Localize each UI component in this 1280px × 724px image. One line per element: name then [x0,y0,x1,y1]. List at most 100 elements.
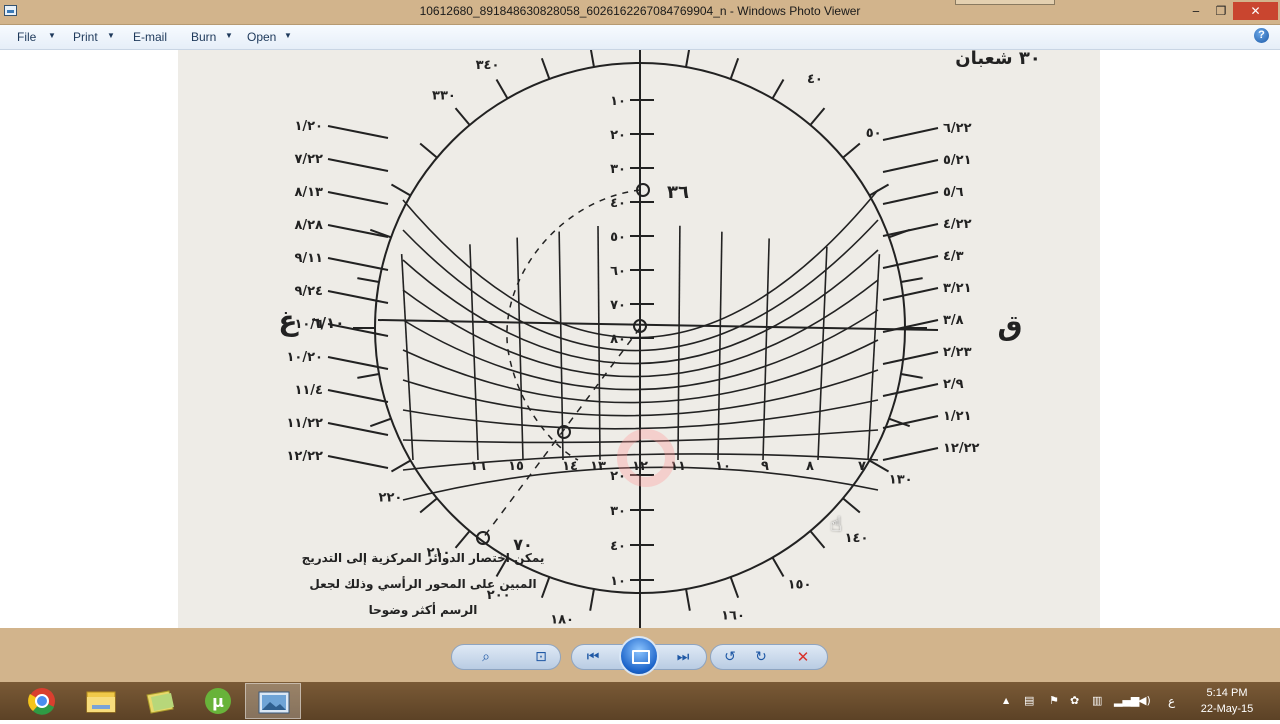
right-date-label: ٦/٢٢ [943,121,972,136]
ring-tick [686,589,690,611]
clock-date: 22-May-15 [1192,701,1262,717]
power-icon[interactable]: ▥ [1092,694,1102,707]
ring-tick [456,108,470,125]
ring-number-label: ٣٤٠ [476,58,500,73]
security-icon[interactable]: ✿ [1070,694,1079,707]
axis-tick-label: ٤٠ [610,196,626,211]
rotate-clockwise-button[interactable]: ↻ [750,647,772,667]
ring-tick [869,185,888,196]
signal-strength-icon[interactable]: ▂▄▆ [1114,694,1139,707]
help-icon[interactable]: ? [1254,28,1269,43]
chevron-down-icon[interactable]: ▼ [225,31,233,40]
ring-tick [843,144,860,158]
image-viewer: ١٠٢٠٣٠٤٠٥٠٦٠٧٠٨٠٢٠٣٠٤٠١٠٣٣٠٣٤٠٣٥٠١٠٢٠٤٠٥… [0,50,1280,628]
hour-label: ٨ [806,459,814,474]
hour-label: ٧ [858,459,866,474]
sun-path-diagram: ١٠٢٠٣٠٤٠٥٠٦٠٧٠٨٠٢٠٣٠٤٠١٠٣٣٠٣٤٠٣٥٠١٠٢٠٤٠٥… [178,50,1100,628]
date-leader-line [328,423,388,435]
hand-cursor-icon: ☝ [830,512,842,536]
input-language-indicator[interactable]: ع [1168,694,1175,708]
ring-tick [357,278,379,282]
ring-tick [590,589,594,611]
hour-line [818,247,827,460]
date-leader-line [328,258,388,270]
hour-line [470,244,478,460]
date-leader-line [328,192,388,204]
menu-burn[interactable]: Burn [191,30,216,44]
chevron-down-icon[interactable]: ▼ [284,31,292,40]
restore-button[interactable]: ❐ [1211,2,1231,20]
menu-bar: File ▼ Print ▼ E-mail Burn ▼ Open ▼ ? [0,25,1280,50]
ring-tick [843,498,860,512]
hour-label: ١٦ [470,459,486,474]
ring-tick [773,557,784,576]
left-date-label: ٨/٢٨ [294,218,323,233]
taskbar-chrome[interactable] [13,683,69,719]
date-leader-line [883,256,938,268]
ring-tick [391,185,410,196]
utorrent-icon: µ [190,683,246,719]
ring-tick [370,419,391,427]
delete-button[interactable]: ✕ [792,647,814,667]
photo-viewer-icon [246,684,302,720]
ring-tick [420,144,437,158]
system-clock[interactable]: 5:14 PM 22-May-15 [1192,685,1262,717]
ring-tick [590,50,594,67]
ring-number-label: ١٦٠ [721,608,745,623]
axis-tick-label: ٧٠ [610,298,626,313]
action-center-flag-icon[interactable]: ⚑ [1049,694,1059,707]
west-value-label: ٦/١٠ [312,314,345,332]
zoom-button[interactable]: ⌕ [475,647,497,667]
left-date-label: ١٢/٢٢ [287,449,324,464]
date-leader-line [883,384,938,396]
ring-tick [773,79,784,98]
ring-tick [542,58,550,79]
ring-tick [731,58,739,79]
taskbar-file-explorer[interactable] [72,683,128,719]
taskbar-photo-viewer[interactable] [245,683,301,719]
axis-tick-label: ٣٠ [610,162,626,177]
minimize-button[interactable]: ‒ [1186,2,1206,20]
taskbar-utorrent[interactable]: µ [190,683,246,719]
hour-label: ١٣ [590,459,606,474]
diagram-header-text: ٣٠ شعبان [955,50,1041,69]
slideshow-button[interactable] [619,636,659,676]
volume-icon[interactable]: ◀) [1138,694,1151,707]
hour-label: ٩ [761,459,769,474]
right-date-label: ٣/٢١ [943,281,972,296]
svg-text:µ: µ [212,692,224,711]
chevron-down-icon[interactable]: ▼ [107,31,115,40]
chevron-down-icon[interactable]: ▼ [48,31,56,40]
previous-button[interactable]: ⏮ [582,647,604,667]
ring-number-label: ١٣٠ [889,473,913,488]
hour-line [678,226,680,460]
close-button[interactable]: ✕ [1233,2,1278,20]
menu-file[interactable]: File [17,30,36,44]
keyboard-icon[interactable]: ▤ [1024,694,1034,707]
ring-number-label: ٤٠ [807,72,823,87]
right-date-label: ١٢/٢٢ [943,441,980,456]
right-date-label: ٤/٢٢ [943,217,972,232]
menu-print[interactable]: Print [73,30,98,44]
axis-tick-label: ١٠ [610,574,626,589]
ring-tick [456,531,470,548]
date-leader-line [328,225,388,237]
ring-number-label: ١٤٠ [845,531,869,546]
left-date-label: ١١/٤ [294,383,323,398]
displayed-photo[interactable]: ١٠٢٠٣٠٤٠٥٠٦٠٧٠٨٠٢٠٣٠٤٠١٠٣٣٠٣٤٠٣٥٠١٠٢٠٤٠٥… [178,50,1100,628]
actual-size-button[interactable]: ⊡ [530,647,552,667]
folder-icon [72,683,128,719]
menu-email[interactable]: E-mail [133,30,167,44]
tray-overflow-icon[interactable]: ▲ [1003,696,1009,705]
ring-number-label: ٢٠ [746,50,762,54]
right-date-label: ٢/٢٣ [943,345,972,360]
right-date-label: ٢/٩ [943,377,964,392]
rotate-counterclockwise-button[interactable]: ↺ [719,647,741,667]
menu-open[interactable]: Open [247,30,276,44]
date-leader-line [883,160,938,172]
diagram-note-line: المبين على المحور الرأسي وذلك لجعل [309,576,536,592]
taskbar-library[interactable] [131,683,187,719]
next-button[interactable]: ⏭ [672,647,694,667]
left-date-label: ١/٢٠ [294,119,323,134]
ring-tick [686,50,690,67]
